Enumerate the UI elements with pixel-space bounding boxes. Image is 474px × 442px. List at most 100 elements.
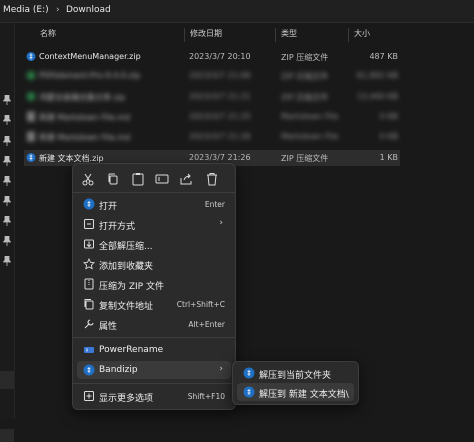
file-type: Markdown File: [281, 132, 339, 141]
bandizip-icon: [83, 198, 95, 210]
file-name: 新建 Markdown File.md: [39, 113, 131, 122]
menu-label: 解压到当前文件夹: [259, 371, 332, 381]
menu-label: 全部解压缩...: [99, 242, 153, 252]
file-size: 1 KB: [379, 153, 398, 162]
menu-label: 解压到 新建 文本文档\: [259, 390, 349, 400]
file-size: 487 KB: [369, 52, 398, 61]
menu-item-compress-zip[interactable]: 压缩为 ZIP 文件: [77, 275, 231, 293]
column-divider[interactable]: [184, 28, 185, 42]
open-with-icon: [84, 219, 94, 229]
nav-item[interactable]: [0, 429, 14, 442]
file-type: ZIP 压缩文件: [281, 53, 329, 62]
cut-icon[interactable]: [79, 170, 97, 188]
file-row[interactable]: PDFelement-Pro-9.4.0.zip 2023/3/7 21:06 …: [24, 68, 400, 84]
column-header-type[interactable]: 类型: [281, 28, 297, 42]
bandizip-icon: [243, 367, 255, 379]
markdown-file-icon: [27, 111, 35, 122]
pin-icon[interactable]: [3, 156, 11, 166]
column-divider[interactable]: [348, 28, 349, 42]
pin-icon[interactable]: [3, 256, 11, 266]
menu-label: 属性: [99, 322, 118, 332]
extract-icon: [84, 239, 94, 249]
menu-item-properties[interactable]: 属性 Alt+Enter: [77, 315, 231, 333]
menu-label: 打开: [99, 202, 118, 212]
file-type: ZIP 压缩文件: [281, 154, 329, 163]
menu-item-more-options[interactable]: 显示更多选项 Shift+F10: [77, 387, 231, 405]
file-type: ZIP 压缩文件: [281, 93, 329, 102]
file-name: ContextMenuManager.zip: [39, 52, 141, 61]
column-divider[interactable]: [275, 28, 276, 42]
file-date: 2023/3/7 21:06: [189, 71, 251, 80]
shortcut-text: Shift+F10: [187, 392, 225, 401]
file-date: 2023/3/7 21:25: [189, 112, 251, 121]
column-header-name[interactable]: 名称: [40, 28, 56, 42]
navigation-pane: [0, 23, 15, 442]
file-date: 2023/3/7 20:10: [189, 52, 251, 61]
menu-item-copy-path[interactable]: 复制文件地址 Ctrl+Shift+C: [77, 295, 231, 313]
pin-icon[interactable]: [3, 216, 11, 226]
bandizip-submenu: 解压到当前文件夹 解压到 新建 文本文档\: [232, 361, 359, 405]
file-row[interactable]: ContextMenuManager.zip 2023/3/7 20:10 ZI…: [24, 49, 400, 65]
shortcut-text: Ctrl+Shift+C: [176, 300, 225, 309]
rename-icon[interactable]: [153, 170, 171, 188]
menu-item-open[interactable]: 打开 Enter: [77, 195, 231, 213]
menu-separator: [73, 337, 235, 338]
menu-label: 显示更多选项: [99, 394, 154, 404]
address-bar[interactable]: Media (E:) › Download: [0, 0, 474, 23]
file-name: 新建 Markdown File.md: [39, 133, 131, 142]
submenu-item-extract-here[interactable]: 解压到当前文件夹: [237, 364, 354, 382]
star-icon: [83, 258, 95, 270]
file-type: ZIP 压缩文件: [281, 72, 329, 81]
file-row[interactable]: 新建 Markdown File.md 2023/3/7 21:25 Markd…: [24, 109, 400, 125]
bandizip-icon: [83, 364, 95, 376]
submenu-item-extract-to-folder[interactable]: 解压到 新建 文本文档\: [237, 383, 354, 401]
menu-label: 复制文件地址: [99, 302, 154, 312]
column-header-size[interactable]: 大小: [354, 28, 370, 42]
menu-separator: [73, 192, 235, 193]
pin-icon[interactable]: [3, 95, 11, 105]
pin-icon[interactable]: [3, 115, 11, 125]
context-menu: 打开 Enter 打开方式 › 全部解压缩... 添加到收藏夹 压缩为 ZIP …: [72, 163, 236, 410]
menu-item-extract-all[interactable]: 全部解压缩...: [77, 235, 231, 253]
breadcrumb-drive[interactable]: Media (E:): [3, 5, 49, 15]
breadcrumb-separator: ›: [56, 5, 60, 15]
pin-icon[interactable]: [3, 176, 11, 186]
file-size: 61,892 KB: [356, 71, 398, 80]
zip-file-icon: [26, 92, 36, 101]
menu-separator: [73, 383, 235, 384]
bandizip-icon: [243, 386, 255, 398]
paste-icon[interactable]: [129, 170, 147, 188]
menu-item-open-with[interactable]: 打开方式 ›: [77, 215, 231, 233]
markdown-file-icon: [27, 131, 35, 142]
menu-item-bandizip[interactable]: Bandizip ›: [77, 361, 231, 379]
file-date: 2023/3/7 21:26: [189, 132, 251, 141]
copy-icon[interactable]: [104, 170, 122, 188]
file-size: 0 KB: [379, 132, 398, 141]
file-date: 2023/3/7 21:21: [189, 92, 251, 101]
shortcut-text: Enter: [204, 200, 225, 209]
file-name: 鸿蒙全家桶合集分享.zip: [39, 93, 126, 102]
pin-icon[interactable]: [3, 136, 11, 146]
menu-item-powerrename[interactable]: PowerRename: [77, 341, 231, 359]
column-header-date[interactable]: 修改日期: [190, 28, 222, 42]
chevron-right-icon: ›: [219, 364, 223, 374]
delete-icon[interactable]: [203, 170, 221, 188]
menu-label: 打开方式: [99, 222, 136, 232]
nav-item[interactable]: [0, 371, 14, 389]
menu-label: 压缩为 ZIP 文件: [99, 282, 164, 292]
pin-icon[interactable]: [3, 236, 11, 246]
file-name: PDFelement-Pro-9.4.0.zip: [39, 71, 141, 80]
more-options-icon: [84, 391, 94, 401]
file-type: Markdown File: [281, 112, 339, 121]
file-row[interactable]: 鸿蒙全家桶合集分享.zip 2023/3/7 21:21 ZIP 压缩文件 13…: [24, 89, 400, 105]
share-icon[interactable]: [177, 170, 195, 188]
menu-label: PowerRename: [99, 345, 164, 355]
breadcrumb-folder[interactable]: Download: [66, 5, 111, 15]
file-date: 2023/3/7 21:26: [189, 153, 251, 162]
menu-item-add-favorites[interactable]: 添加到收藏夹: [77, 255, 231, 273]
pin-icon[interactable]: [3, 196, 11, 206]
file-row[interactable]: 新建 Markdown File.md 2023/3/7 21:26 Markd…: [24, 129, 400, 145]
shortcut-text: Alt+Enter: [188, 320, 225, 329]
zip-file-icon: [26, 52, 36, 61]
copy-path-icon: [84, 299, 94, 310]
